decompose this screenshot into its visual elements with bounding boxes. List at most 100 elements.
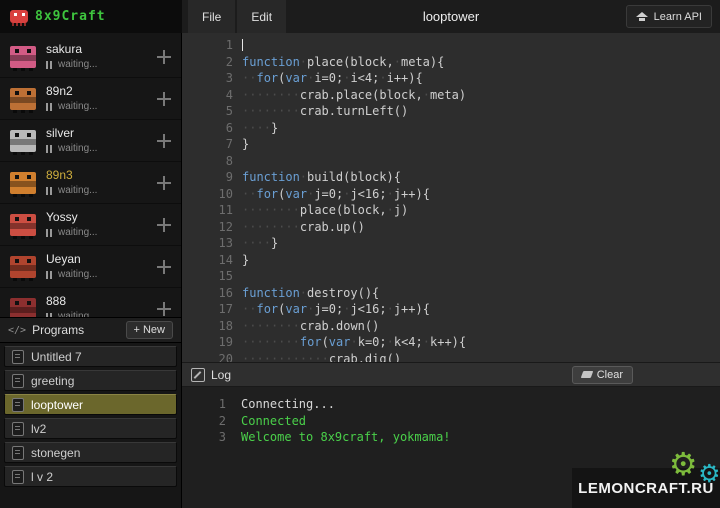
- code-line: 6····}: [182, 120, 720, 137]
- player-status: waiting...: [46, 311, 97, 317]
- code-text: }: [242, 136, 249, 153]
- code-line: 10··for(var·j=0;·j<16;·j++){: [182, 186, 720, 203]
- clear-log-label: Clear: [597, 369, 623, 381]
- line-number: 11: [182, 202, 233, 219]
- move-icon[interactable]: [157, 302, 171, 316]
- code-line: 17··for(var·j=0;·j<16;·j++){: [182, 301, 720, 318]
- sidebar: sakurawaiting...89n2waiting...silverwait…: [0, 33, 182, 508]
- log-line-number: 2: [182, 413, 226, 430]
- code-line: 13····}: [182, 235, 720, 252]
- code-text: ····}: [242, 235, 278, 252]
- player-info: 89n2waiting...: [46, 84, 97, 114]
- player-info: 89n3waiting...: [46, 168, 97, 198]
- code-text: ········for(var·k=0;·k<4;·k++){: [242, 334, 466, 351]
- player-avatar: [10, 46, 36, 68]
- code-text: }: [242, 252, 249, 269]
- code-line: 5········crab.turnLeft(): [182, 103, 720, 120]
- player-row[interactable]: 888 waiting...: [0, 288, 181, 317]
- player-status: waiting...: [46, 185, 97, 198]
- menu-bar: File Edit looptower Learn API: [182, 0, 720, 33]
- line-number: 2: [182, 54, 233, 71]
- pause-icon: [46, 145, 53, 153]
- code-line: 20············crab.dig(): [182, 351, 720, 363]
- code-text: [242, 37, 243, 54]
- line-number: 14: [182, 252, 233, 269]
- program-item[interactable]: Untitled 7: [4, 346, 177, 367]
- move-icon[interactable]: [157, 176, 171, 190]
- log-line: 3Welcome to 8x9craft, yokmama!: [182, 429, 720, 446]
- player-avatar: [10, 130, 36, 152]
- line-number: 18: [182, 318, 233, 335]
- code-line: 18········crab.down(): [182, 318, 720, 335]
- line-number: 1: [182, 37, 233, 54]
- program-file-icon: [12, 398, 24, 412]
- player-avatar: [10, 214, 36, 236]
- program-file-icon: [12, 422, 24, 436]
- program-item[interactable]: looptower: [4, 394, 177, 415]
- move-icon[interactable]: [157, 50, 171, 64]
- line-number: 7: [182, 136, 233, 153]
- program-item[interactable]: stonegen: [4, 442, 177, 463]
- player-row[interactable]: 89n3waiting...: [0, 162, 181, 204]
- menu-file[interactable]: File: [188, 0, 235, 33]
- player-name: 888: [46, 294, 97, 309]
- watermark-text: LEMONCRAFT.RU: [578, 480, 714, 497]
- player-row[interactable]: Yossywaiting...: [0, 204, 181, 246]
- player-info: 888 waiting...: [46, 294, 97, 317]
- code-text: function·place(block,·meta){: [242, 54, 444, 71]
- line-number: 15: [182, 268, 233, 285]
- player-avatar: [10, 172, 36, 194]
- log-header: Log Clear: [182, 362, 720, 387]
- player-row[interactable]: silver waiting...: [0, 120, 181, 162]
- code-editor[interactable]: 12 function·place(block,·meta){3··for(var…: [182, 33, 720, 362]
- move-icon[interactable]: [157, 218, 171, 232]
- line-number: 17: [182, 301, 233, 318]
- program-name: l v 2: [31, 470, 53, 484]
- clear-log-button[interactable]: Clear: [572, 366, 633, 384]
- code-text: ········crab.up(): [242, 219, 365, 236]
- line-number: 9: [182, 169, 233, 186]
- player-avatar: [10, 88, 36, 110]
- move-icon[interactable]: [157, 134, 171, 148]
- player-row[interactable]: sakurawaiting...: [0, 36, 181, 78]
- app-logo-text: 8x9Craft: [35, 9, 106, 24]
- text-cursor: [242, 39, 243, 51]
- log-message: Welcome to 8x9craft, yokmama!: [241, 429, 451, 446]
- code-text: ········crab.turnLeft(): [242, 103, 408, 120]
- move-icon[interactable]: [157, 92, 171, 106]
- code-text: ··for(var·i=0;·i<4;·i++){: [242, 70, 423, 87]
- player-info: silver waiting...: [46, 126, 97, 156]
- program-item[interactable]: greeting: [4, 370, 177, 391]
- program-item[interactable]: l v 2: [4, 466, 177, 487]
- code-line: 8: [182, 153, 720, 170]
- code-line: 3··for(var·i=0;·i<4;·i++){: [182, 70, 720, 87]
- line-number: 19: [182, 334, 233, 351]
- player-name: sakura: [46, 42, 97, 57]
- pause-icon: [46, 103, 53, 111]
- player-name: 89n2: [46, 84, 97, 99]
- player-status: waiting...: [46, 143, 97, 156]
- log-message: Connecting...: [241, 396, 335, 413]
- code-line: 16function·destroy(){: [182, 285, 720, 302]
- move-icon[interactable]: [157, 260, 171, 274]
- code-text: ··for(var·j=0;·j<16;·j++){: [242, 186, 430, 203]
- player-name: silver: [46, 126, 97, 141]
- player-row[interactable]: Ueyanwaiting...: [0, 246, 181, 288]
- eraser-icon: [580, 371, 593, 378]
- code-line: 9function·build(block){: [182, 169, 720, 186]
- new-program-button[interactable]: + New: [126, 321, 174, 339]
- log-line: 1Connecting...: [182, 396, 720, 413]
- log-line: 2Connected: [182, 413, 720, 430]
- code-line: 12········crab.up(): [182, 219, 720, 236]
- code-line: 7}: [182, 136, 720, 153]
- program-item[interactable]: lv2: [4, 418, 177, 439]
- learn-api-button[interactable]: Learn API: [626, 5, 712, 28]
- code-line: 14}: [182, 252, 720, 269]
- program-name: lv2: [31, 422, 46, 436]
- player-row[interactable]: 89n2waiting...: [0, 78, 181, 120]
- player-info: Yossywaiting...: [46, 210, 97, 240]
- pause-icon: [46, 61, 53, 69]
- watermark: ⚙ ⚙ LEMONCRAFT.RU: [572, 468, 720, 508]
- menu-edit[interactable]: Edit: [237, 0, 286, 33]
- pause-icon: [46, 187, 53, 195]
